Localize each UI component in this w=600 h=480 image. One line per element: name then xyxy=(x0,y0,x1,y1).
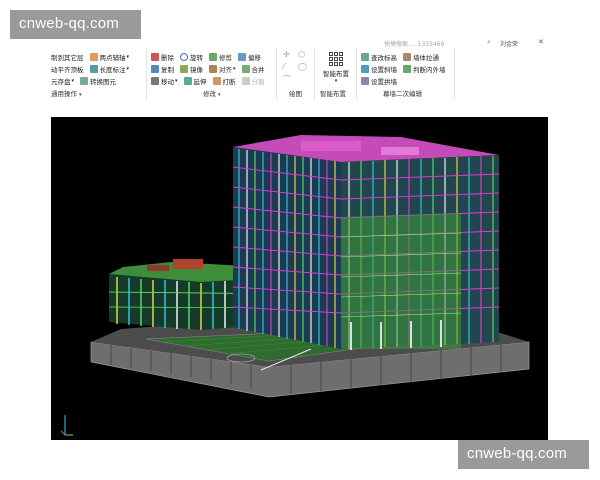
polygon-icon[interactable]: ⬡ xyxy=(298,50,305,59)
trim-button[interactable]: 修剪 xyxy=(209,52,232,62)
roof-equipment-2 xyxy=(381,147,419,155)
mirror-icon xyxy=(180,65,188,73)
search-input[interactable]: 快捷搜索..., 1315469 xyxy=(384,39,444,48)
copy-icon xyxy=(151,65,159,73)
group-label-draw: 绘图 xyxy=(289,90,302,98)
trim-icon xyxy=(209,53,217,61)
two-point-axis-button[interactable]: 两点辅轴 ▾ xyxy=(89,52,129,62)
axis-icon xyxy=(89,53,98,61)
close-icon[interactable]: ✕ xyxy=(538,38,544,46)
delete-icon xyxy=(151,53,159,61)
convert-icon xyxy=(80,77,89,85)
elevation-icon xyxy=(361,53,369,61)
break-icon xyxy=(212,77,221,85)
set-slant-wall-button[interactable]: 设置斜墙 xyxy=(361,64,397,74)
merge-icon xyxy=(241,65,250,73)
group-label-modify: 修改 ▾ xyxy=(203,90,221,98)
align-top-slab-button[interactable]: 动平齐顶板 xyxy=(51,64,84,74)
copy-button[interactable]: 复制 xyxy=(151,64,174,74)
move-button[interactable]: 移动 ▾ xyxy=(151,76,178,86)
rotate-button[interactable]: 旋转 xyxy=(180,52,203,62)
3d-building-model xyxy=(60,135,530,436)
watermark-top: cnweb-qq.com xyxy=(10,10,141,39)
extend-button[interactable]: 延伸 xyxy=(183,76,207,86)
3d-viewport[interactable] xyxy=(51,117,548,440)
group-label-general: 通用操作 ▾ xyxy=(51,90,82,98)
split-icon xyxy=(241,77,250,85)
group-label-curtain: 幕墙二次编辑 xyxy=(383,90,422,98)
slant-wall-icon xyxy=(361,65,369,73)
convert-element-button[interactable]: 转换图元 xyxy=(80,76,116,86)
dimension-icon xyxy=(89,65,98,73)
rooftop-unit xyxy=(173,259,203,269)
split-button[interactable]: 分割 xyxy=(241,76,265,86)
arch-wall-icon xyxy=(361,77,369,85)
point-icon[interactable]: ✛ xyxy=(283,50,290,59)
watermark-bottom: cnweb-qq.com xyxy=(458,440,589,469)
search-bar[interactable]: 快捷搜索..., 1315469 ⌕ 刘金荣 ✕ xyxy=(384,38,548,48)
group-general: 制到其它层 两点辅轴 ▾ 动平齐顶板 长度标注 ▾ 元存盘 ▾ 转换图元 通用操作 ▾ xyxy=(51,48,147,100)
group-smart-layout: 智能布置 ▾ 智能布置 xyxy=(317,48,357,100)
group-curtain-edit: 查改标高 墙体拉通 设置斜墙 判断内外墙 设置拱墙 幕墙二次编辑 xyxy=(359,48,455,100)
judge-inner-outer-wall-button[interactable]: 判断内外墙 xyxy=(403,64,446,74)
edit-elevation-button[interactable]: 查改标高 xyxy=(361,52,397,62)
group-draw: ✛ ⬡ ⁄ ◯ ⌒ 绘图 xyxy=(279,48,315,100)
align-icon xyxy=(209,65,217,73)
copy-to-floor-button[interactable]: 制到其它层 xyxy=(51,52,84,62)
group-modify: 删除 旋转 修剪 偏移 复制 镜像 对齐 ▾ 合并 移动 ▾ 延伸 打断 分割 修改… xyxy=(149,48,277,100)
extend-icon xyxy=(183,77,192,85)
search-icon[interactable]: ⌕ xyxy=(487,38,491,47)
line-icon[interactable]: ⁄ xyxy=(283,62,284,71)
wall-stretch-icon xyxy=(403,53,411,61)
group-label-smart: 智能布置 xyxy=(320,90,346,98)
rotate-icon xyxy=(180,53,188,61)
delete-button[interactable]: 删除 xyxy=(151,52,174,62)
merge-button[interactable]: 合并 xyxy=(241,64,265,74)
user-name[interactable]: 刘金荣 xyxy=(500,39,518,48)
arc-icon[interactable]: ⌒ xyxy=(283,74,291,85)
ribbon-toolbar: 快捷搜索..., 1315469 ⌕ 刘金荣 ✕ 制到其它层 两点辅轴 ▾ 动平齐… xyxy=(51,38,548,100)
judge-wall-icon xyxy=(403,65,411,73)
save-element-button[interactable]: 元存盘 ▾ xyxy=(51,76,74,86)
break-button[interactable]: 打断 xyxy=(212,76,236,86)
circle-icon[interactable]: ◯ xyxy=(298,62,307,71)
rooftop-unit-2 xyxy=(147,265,169,271)
length-dimension-button[interactable]: 长度标注 ▾ xyxy=(89,64,129,74)
offset-button[interactable]: 偏移 xyxy=(238,52,261,62)
grid-layout-icon xyxy=(329,52,343,66)
move-icon xyxy=(151,77,159,85)
mirror-button[interactable]: 镜像 xyxy=(180,64,203,74)
axis-gizmo-icon xyxy=(60,415,73,436)
align-button[interactable]: 对齐 ▾ xyxy=(209,64,236,74)
offset-icon xyxy=(238,53,246,61)
set-arch-wall-button[interactable]: 设置拱墙 xyxy=(361,76,397,86)
wall-stretch-button[interactable]: 墙体拉通 xyxy=(403,52,439,62)
smart-layout-button[interactable]: 智能布置 ▾ xyxy=(319,52,353,84)
roof-equipment xyxy=(301,141,361,151)
